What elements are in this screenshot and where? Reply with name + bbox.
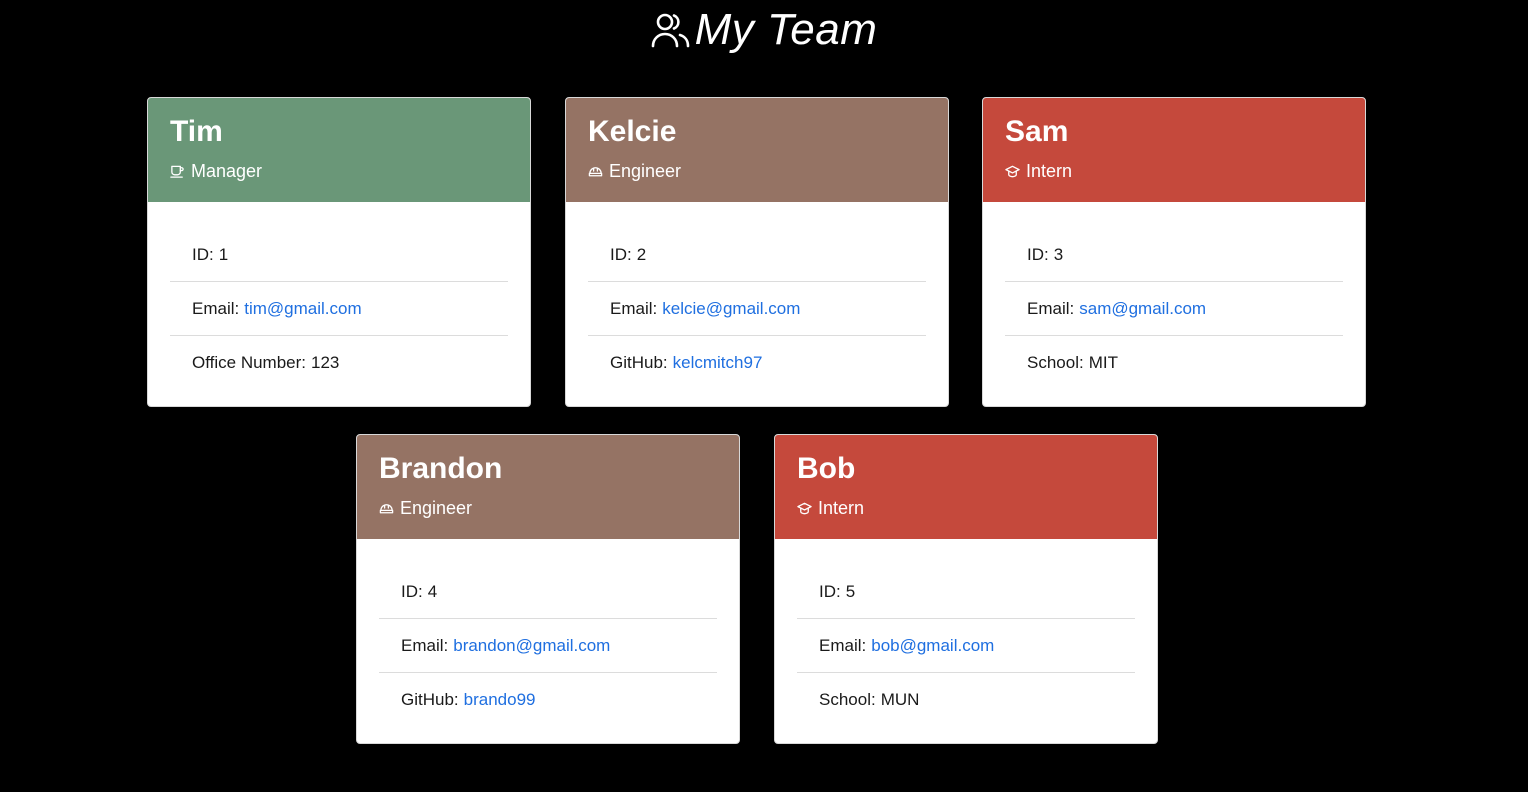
email-link[interactable]: bob@gmail.com	[871, 636, 994, 656]
id-row: ID: 2	[588, 228, 926, 282]
email-link[interactable]: brandon@gmail.com	[453, 636, 610, 656]
employee-role: Engineer	[588, 160, 926, 182]
office-number-row: Office Number: 123	[170, 336, 508, 390]
id-label: ID:	[401, 581, 423, 601]
office-number-label: Office Number:	[192, 353, 307, 372]
email-label: Email:	[819, 635, 867, 655]
email-row: Email: kelcie@gmail.com	[588, 282, 926, 336]
employee-role: Manager	[170, 160, 508, 182]
employee-role: Engineer	[379, 497, 717, 519]
email-link[interactable]: kelcie@gmail.com	[662, 299, 800, 319]
card-body: ID: 4 Email: brandon@gmail.com GitHub: b…	[357, 539, 739, 727]
email-link[interactable]: tim@gmail.com	[244, 299, 361, 319]
card-body: ID: 3 Email: sam@gmail.com School: MIT	[983, 202, 1365, 390]
employee-name: Tim	[170, 115, 223, 148]
employee-card: Sam Intern ID: 3 Email: sam@gmail.com Sc…	[982, 97, 1366, 407]
employee-name: Bob	[797, 452, 856, 485]
id-row: ID: 4	[379, 565, 717, 619]
page-title: My Team	[694, 5, 878, 54]
github-link[interactable]: brando99	[464, 690, 536, 710]
employee-name: Brandon	[379, 452, 503, 485]
email-row: Email: bob@gmail.com	[797, 619, 1135, 673]
github-row: GitHub: kelcmitch97	[588, 336, 926, 390]
email-row: Email: sam@gmail.com	[1005, 282, 1343, 336]
card-header: Sam Intern	[983, 98, 1365, 202]
card-header: Tim Manager	[148, 98, 530, 202]
graduation-cap-icon	[797, 501, 812, 516]
id-row: ID: 1	[170, 228, 508, 282]
id-value: 2	[636, 244, 647, 264]
employee-card: Tim Manager ID: 1 Email: tim@gmail.com O…	[147, 97, 531, 407]
id-value: 4	[427, 581, 438, 601]
hard-hat-icon	[379, 501, 394, 516]
card-body: ID: 5 Email: bob@gmail.com School: MUN	[775, 539, 1157, 727]
graduation-cap-icon	[1005, 164, 1020, 179]
id-value: 1	[218, 244, 229, 264]
github-link[interactable]: kelcmitch97	[673, 353, 763, 373]
school-value: MIT	[1088, 353, 1118, 372]
employee-name: Kelcie	[588, 115, 677, 148]
employee-role: Intern	[797, 497, 1135, 519]
card-body: ID: 1 Email: tim@gmail.com Office Number…	[148, 202, 530, 390]
card-body: ID: 2 Email: kelcie@gmail.com GitHub: ke…	[566, 202, 948, 390]
school-label: School:	[1027, 353, 1084, 372]
email-row: Email: brandon@gmail.com	[379, 619, 717, 673]
card-header: Kelcie Engineer	[566, 98, 948, 202]
id-label: ID:	[819, 581, 841, 601]
role-label: Intern	[1026, 161, 1073, 181]
email-label: Email:	[610, 298, 658, 318]
page-header: My Team	[0, 0, 1528, 60]
hard-hat-icon	[588, 164, 603, 179]
employee-name: Sam	[1005, 115, 1069, 148]
employee-card: Bob Intern ID: 5 Email: bob@gmail.com Sc…	[774, 434, 1158, 744]
id-row: ID: 5	[797, 565, 1135, 619]
coffee-mug-icon	[170, 164, 185, 179]
employee-card: Brandon Engineer ID: 4 Email: brandon@gm…	[356, 434, 740, 744]
employee-role: Intern	[1005, 160, 1343, 182]
card-header: Brandon Engineer	[357, 435, 739, 539]
email-label: Email:	[401, 635, 449, 655]
page-header-inner: My Team	[651, 8, 878, 52]
id-label: ID:	[1027, 244, 1049, 264]
school-label: School:	[819, 690, 876, 709]
id-label: ID:	[610, 244, 632, 264]
id-value: 3	[1053, 244, 1064, 264]
role-label: Engineer	[609, 161, 682, 181]
email-row: Email: tim@gmail.com	[170, 282, 508, 336]
email-label: Email:	[192, 298, 240, 318]
school-value: MUN	[880, 690, 920, 709]
school-row: School: MUN	[797, 673, 1135, 727]
email-label: Email:	[1027, 298, 1075, 318]
github-row: GitHub: brando99	[379, 673, 717, 727]
people-icon	[651, 10, 691, 50]
card-header: Bob Intern	[775, 435, 1157, 539]
role-label: Intern	[818, 498, 865, 518]
office-number-value: 123	[311, 353, 340, 372]
role-label: Engineer	[400, 498, 473, 518]
id-value: 5	[845, 581, 856, 601]
role-label: Manager	[191, 161, 263, 181]
github-label: GitHub:	[610, 353, 668, 372]
id-label: ID:	[192, 244, 214, 264]
school-row: School: MIT	[1005, 336, 1343, 390]
employee-card: Kelcie Engineer ID: 2 Email: kelcie@gmai…	[565, 97, 949, 407]
id-row: ID: 3	[1005, 228, 1343, 282]
github-label: GitHub:	[401, 690, 459, 709]
email-link[interactable]: sam@gmail.com	[1079, 299, 1206, 319]
